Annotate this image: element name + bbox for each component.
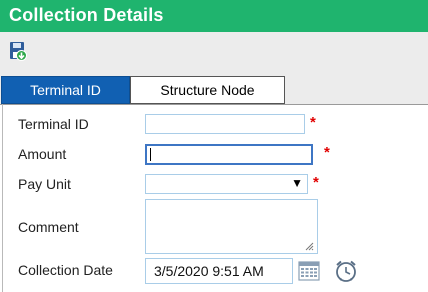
toolbar — [0, 32, 428, 72]
dropdown-arrow-icon[interactable]: ▼ — [291, 176, 303, 190]
amount-required-marker: * — [324, 144, 330, 161]
pay-unit-required-marker: * — [313, 174, 319, 191]
amount-input[interactable] — [145, 144, 313, 165]
text-caret — [150, 148, 151, 161]
comment-label: Comment — [18, 219, 79, 235]
calendar-icon[interactable] — [298, 260, 320, 282]
pay-unit-label: Pay Unit — [18, 176, 71, 192]
resize-grip-icon[interactable] — [304, 241, 314, 251]
terminal-id-required-marker: * — [310, 114, 316, 131]
tab-strip: Terminal ID Structure Node — [0, 72, 428, 104]
terminal-id-label: Terminal ID — [18, 116, 89, 132]
terminal-id-input[interactable] — [145, 114, 305, 134]
tab-terminal-id[interactable]: Terminal ID — [1, 76, 130, 104]
pay-unit-select[interactable]: ▼ — [145, 174, 308, 194]
alarm-clock-icon[interactable] — [334, 259, 358, 283]
save-icon[interactable] — [8, 41, 28, 61]
comment-textarea[interactable] — [145, 199, 318, 254]
amount-label: Amount — [18, 146, 67, 162]
title-bar: Collection Details — [0, 0, 428, 32]
page-title: Collection Details — [9, 5, 164, 25]
collection-date-label: Collection Date — [18, 262, 113, 278]
collection-date-input[interactable]: 3/5/2020 9:51 AM — [145, 258, 293, 284]
panel-border — [2, 104, 3, 292]
tab-structure-node[interactable]: Structure Node — [130, 76, 285, 104]
